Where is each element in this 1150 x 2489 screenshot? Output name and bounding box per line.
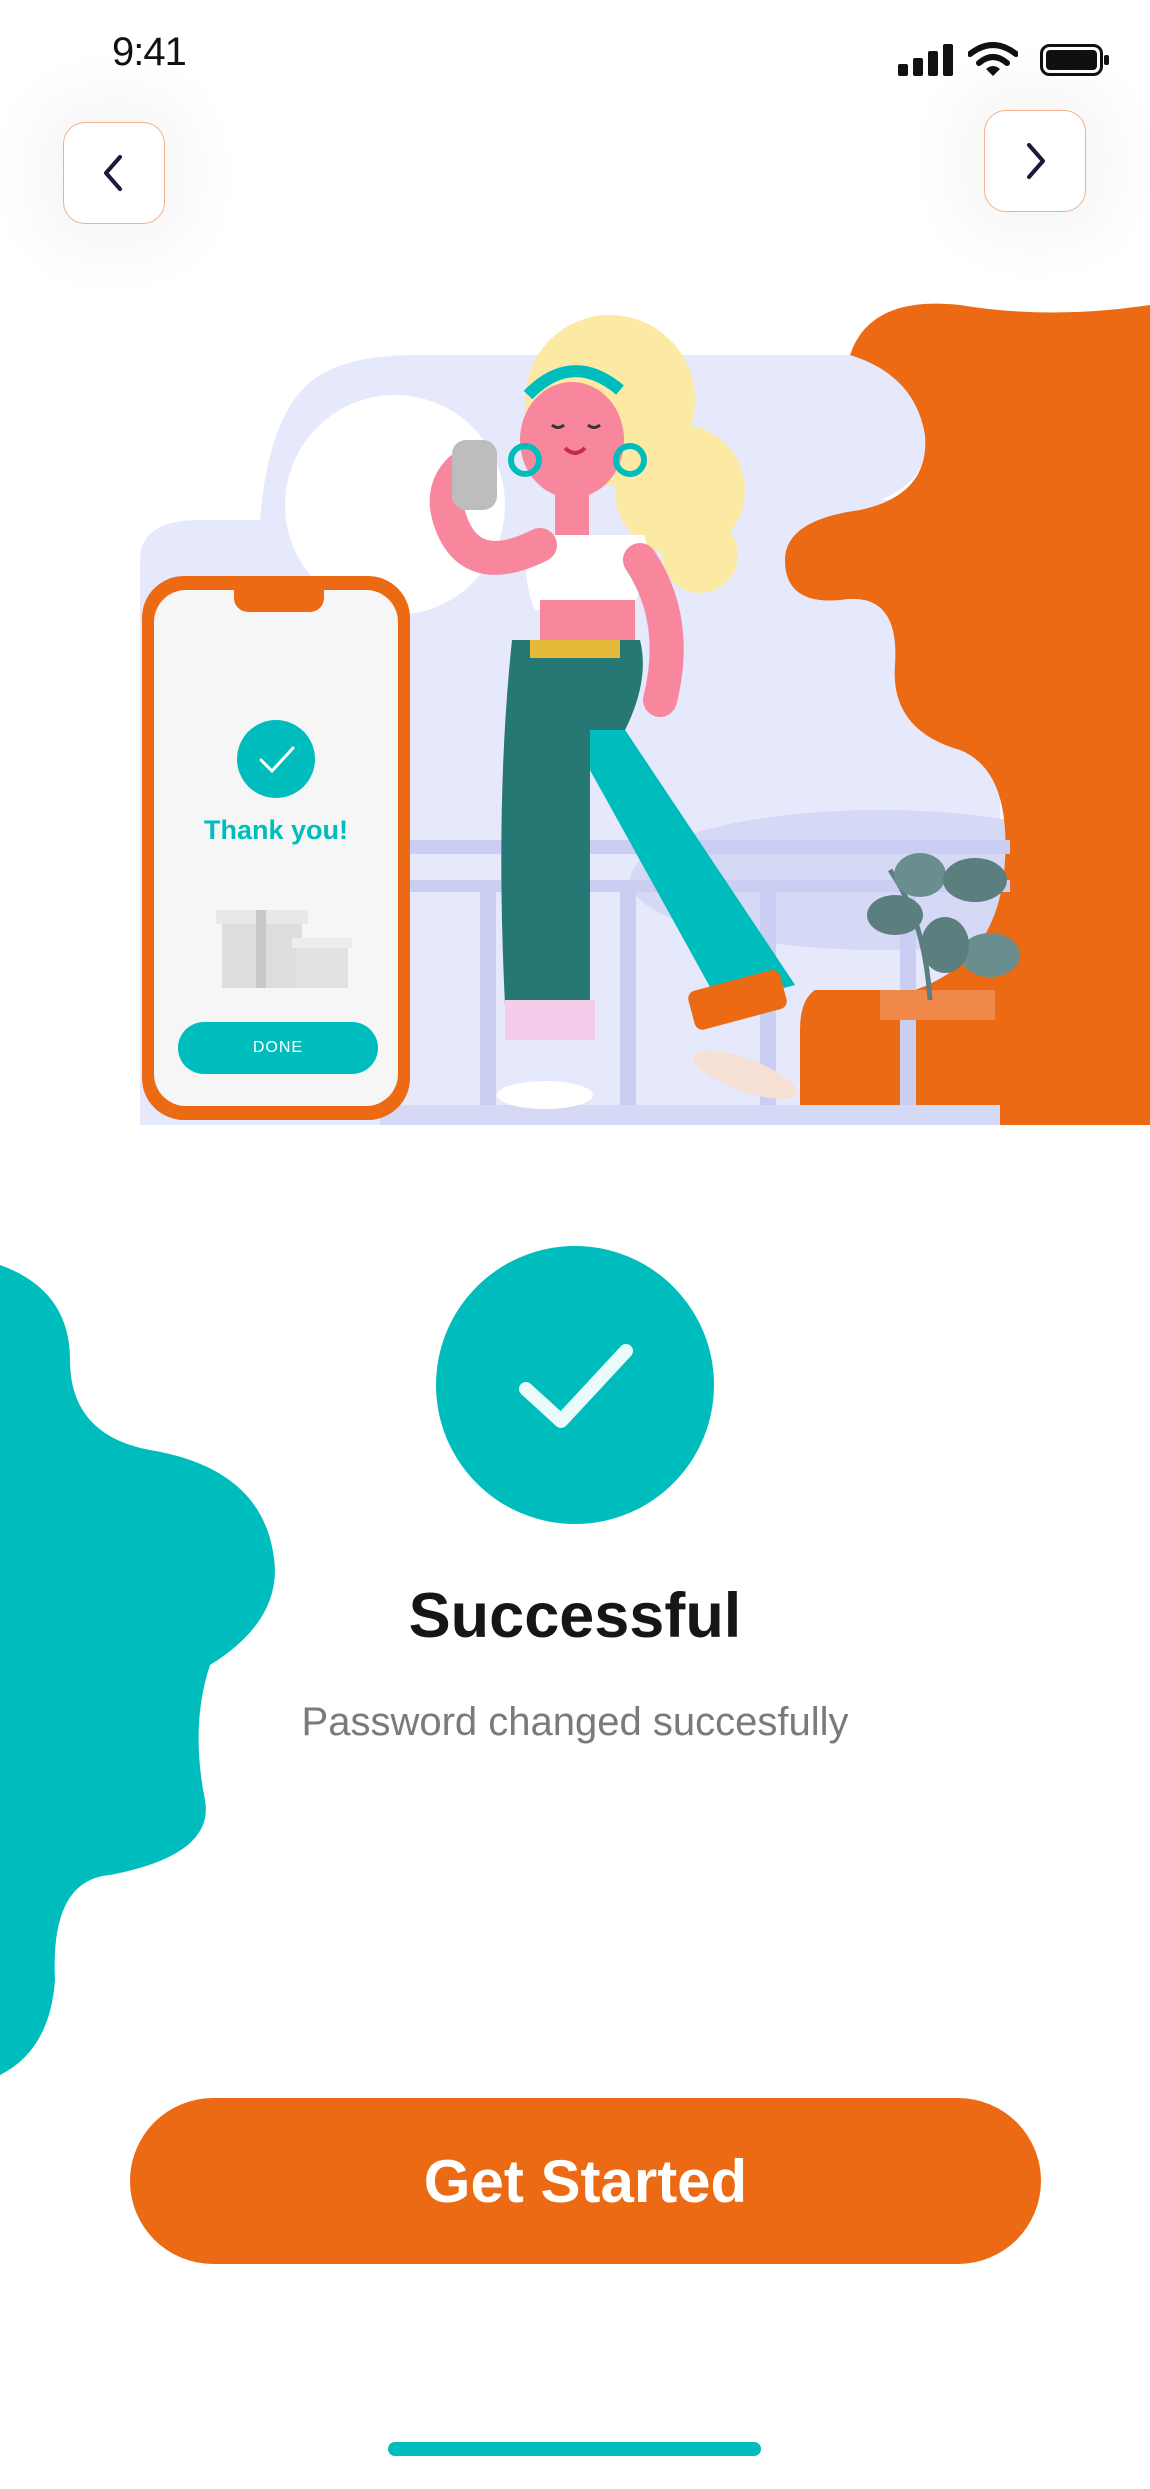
check-icon — [519, 1344, 633, 1428]
teal-blob — [0, 1265, 275, 2075]
phone-done-button: DONE — [178, 1022, 378, 1074]
success-subtitle: Password changed succesfully — [301, 1700, 849, 1744]
phone-done-label: DONE — [252, 1039, 304, 1056]
success-title: Successful — [408, 1581, 742, 1651]
phone-mockup: Thank you! DONE — [142, 576, 410, 1120]
mini-check-icon — [259, 746, 295, 774]
get-started-button[interactable]: Get Started — [130, 2098, 1041, 2264]
gift-box-icon — [216, 910, 352, 988]
phone-heading: Thank you! — [203, 815, 348, 845]
illustration: Thank you! DONE — [0, 0, 1150, 1130]
mini-check-circle — [237, 720, 315, 798]
home-indicator[interactable] — [388, 2442, 761, 2456]
phone-screen: Thank you! DONE — [154, 588, 398, 1106]
success-check-circle — [436, 1246, 714, 1524]
phone-notch — [234, 588, 324, 612]
